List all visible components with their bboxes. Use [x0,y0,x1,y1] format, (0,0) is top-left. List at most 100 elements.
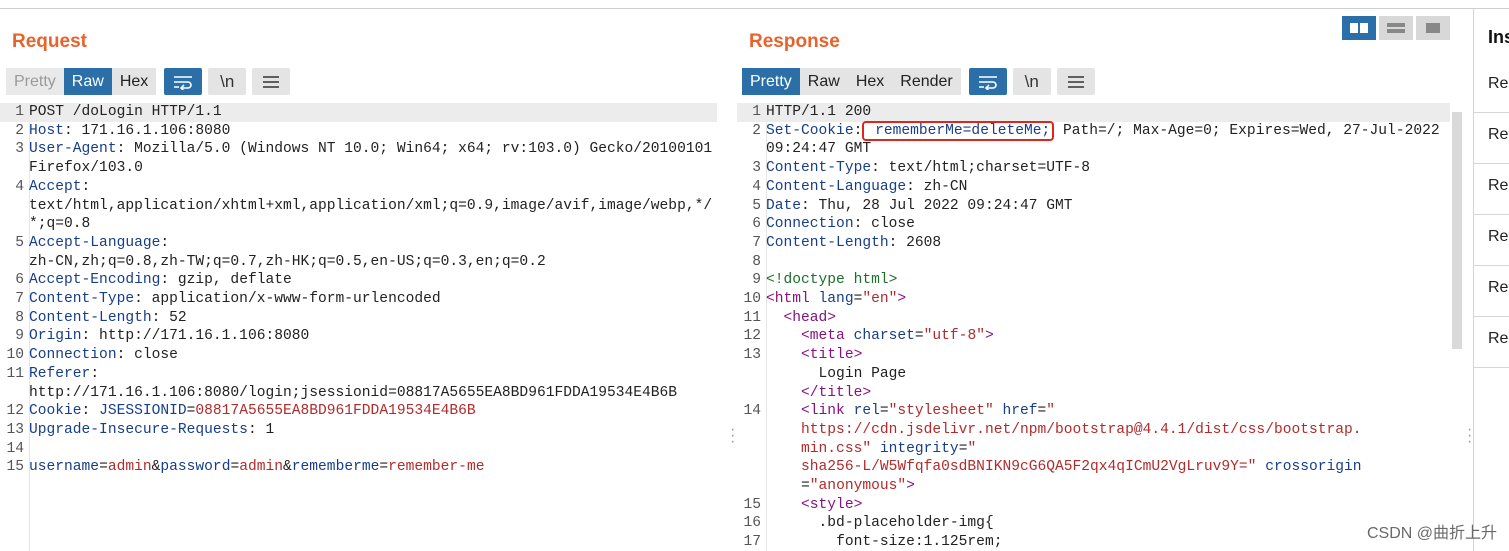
inspector-title: Ins [1488,27,1509,47]
line-number: 5 [752,197,761,214]
code-token: > [897,291,907,308]
request-wrap-button[interactable] [164,68,203,95]
inspector-row[interactable]: Res [1474,316,1509,368]
code-token: "utf-8" [923,328,985,345]
code-token: Upgrade-Insecure-Requests [29,421,248,438]
code-token: crossorigin [1265,459,1362,476]
inspector-row[interactable]: Req [1474,265,1509,317]
code-line: 3 Content-Type: text/html;charset=UTF-8 [737,159,1450,178]
line-number: 7 [15,291,24,308]
columns-icon [1350,23,1368,33]
inspector-row[interactable]: Req [1474,214,1509,266]
request-editor[interactable]: 1 POST /doLogin HTTP/1.1 2 Host: 171.16.1.1… [0,103,717,551]
line-text: Referer: http://171.16.1.106:8080/login;… [29,365,717,402]
code-token: & [283,459,292,476]
line-number: 3 [752,160,761,177]
code-token: href [1002,403,1038,420]
response-editor[interactable]: 1 HTTP/1.1 200 2 Set-Cookie: rememberMe=del… [737,103,1450,551]
code-token: password [160,459,231,476]
inspector-row[interactable]: Req [1474,61,1509,113]
request-newline-button[interactable]: \n [208,68,247,95]
code-line: 14 [0,440,717,459]
single-pane-icon [1426,23,1440,33]
code-line: 4 Accept: text/html,application/xhtml+xml… [0,178,717,234]
code-token: : Mozilla/5.0 (Windows NT 10.0; Win64; x… [29,141,713,177]
code-token: > [984,328,994,345]
code-token: POST /doLogin HTTP/1.1 [29,104,222,120]
code-token: = [379,459,389,476]
code-line: 3 User-Agent: Mozilla/5.0 (Windows NT 10.… [0,140,717,177]
code-token: : Thu, 28 Jul 2022 09:24:47 GMT [801,197,1073,214]
code-token: : application/x-www-form-urlencoded [134,291,441,308]
line-text: Cookie: JSESSIONID=08817A5655EA8BD961FDD… [29,402,717,421]
highlighted-cookie: rememberMe=deleteMe; [862,120,1055,141]
code-line: 2 Set-Cookie: rememberMe=deleteMe; Path=/… [737,120,1450,159]
layout-side-by-side-button[interactable] [1342,16,1376,40]
line-text: Content-Type: application/x-www-form-url… [29,290,717,309]
line-text: Set-Cookie: rememberMe=deleteMe; Path=/;… [766,120,1450,159]
line-number: 11 [6,365,24,382]
code-line: 16 .bd-placeholder-img{ [737,514,1450,533]
request-menu-button[interactable] [252,68,291,95]
code-line: 14 <link rel="stylesheet" href=" https:/… [737,402,1450,496]
line-number: 16 [743,515,761,532]
request-title: Request [12,31,87,52]
code-token: : close [116,347,178,364]
layout-stacked-button[interactable] [1379,16,1413,40]
line-number: 15 [743,496,761,513]
code-token: admin [107,459,152,476]
code-token: = [1037,403,1047,420]
code-line: 11 <head> [737,309,1450,328]
line-text: Date: Thu, 28 Jul 2022 09:24:47 GMT [766,197,1450,216]
code-token: : 2608 [888,234,942,251]
request-tab-hex[interactable]: Hex [111,68,157,95]
line-number: 14 [743,403,761,420]
inspector-row[interactable]: Req [1474,112,1509,164]
code-token: username [29,459,100,476]
request-tab-raw[interactable]: Raw [63,68,112,95]
response-tab-raw[interactable]: Raw [799,68,848,95]
line-text: POST /doLogin HTTP/1.1 [29,103,717,122]
splitter-handle[interactable]: · · · [1467,422,1472,450]
line-text: font-size:1.125rem; [766,533,1450,551]
code-line: 9 <!doctype html> [737,271,1450,290]
line-number: 14 [6,440,24,457]
code-token: <link [766,403,854,420]
line-number: 1 [15,104,24,120]
line-number: 6 [15,272,24,289]
code-token: = [879,403,889,420]
code-token: Content-Length [766,234,889,251]
response-tab-render[interactable]: Render [892,68,961,95]
code-line: 6 Connection: close [737,215,1450,234]
response-scrollbar[interactable] [1452,112,1462,349]
code-token: : text/html,application/xhtml+xml,applic… [29,178,713,233]
code-token: <title> [766,347,863,364]
inspector-panel: Ins Req Req Req Req Req Res [1473,9,1509,551]
request-tab-pretty[interactable]: Pretty [6,68,64,95]
response-newline-button[interactable]: \n [1012,68,1051,95]
request-pane: Request Pretty Raw Hex \n 1 POST /doLogin… [0,9,735,551]
line-number: 6 [752,216,761,233]
code-token: Content-Language [766,178,907,195]
code-token: <style> [766,496,863,513]
response-tab-hex[interactable]: Hex [847,68,893,95]
code-token: = [801,478,810,495]
code-token: > [906,478,915,495]
inspector-row[interactable]: Req [1474,163,1509,215]
code-line: 6 Accept-Encoding: gzip, deflate [0,271,717,290]
code-line: 8 Content-Length: 52 [0,309,717,328]
line-number: 2 [752,122,761,139]
splitter-handle[interactable]: · · · [730,422,735,450]
code-token: : zh-CN [906,178,968,195]
line-text: Content-Language: zh-CN [766,178,1450,197]
line-text: Host: 171.16.1.106:8080 [29,122,717,141]
code-token: "en" [862,291,898,308]
response-wrap-button[interactable] [968,68,1007,95]
line-text [29,440,717,459]
code-line: 13 <title> Login Page </title> [737,346,1450,402]
line-text: HTTP/1.1 200 [766,103,1450,122]
response-tab-pretty[interactable]: Pretty [742,68,800,95]
response-menu-button[interactable] [1056,68,1095,95]
layout-tabs-button[interactable] [1416,16,1450,40]
